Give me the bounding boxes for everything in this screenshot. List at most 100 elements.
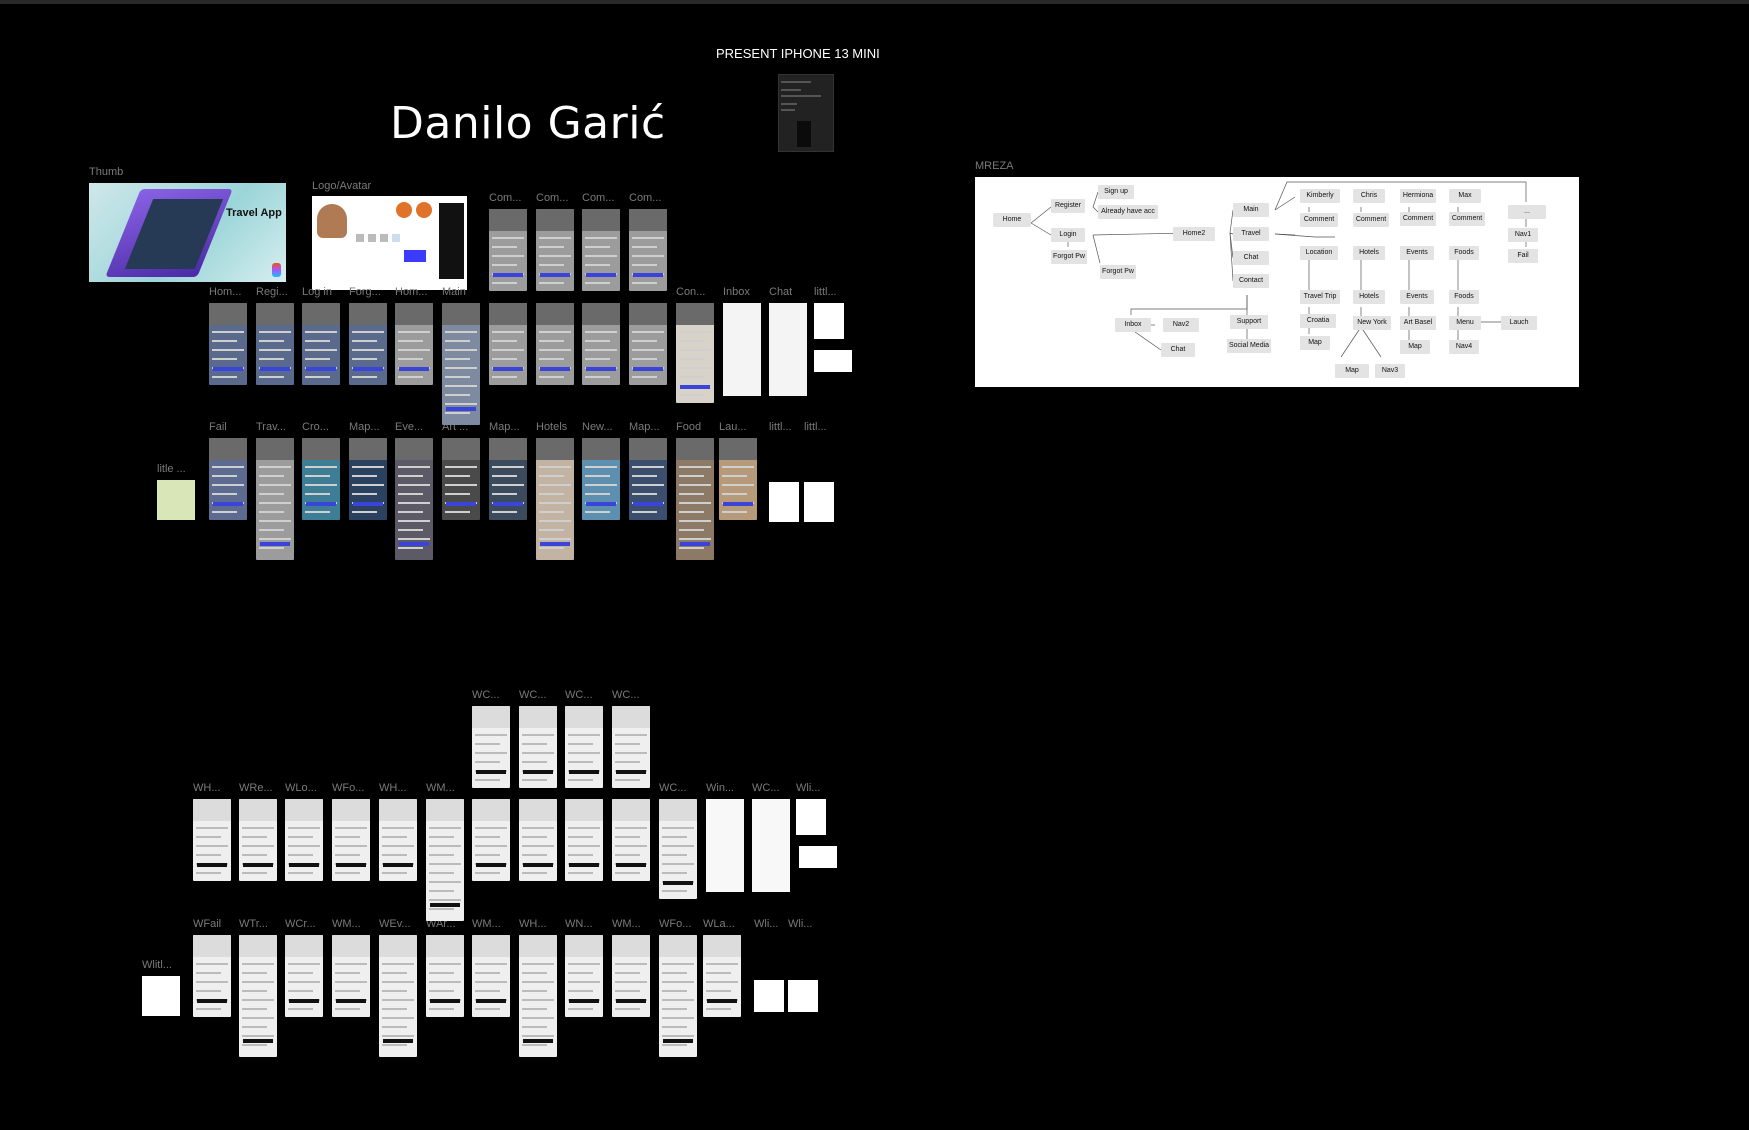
frame-label[interactable]: WFo... xyxy=(659,918,691,930)
little-wireframe[interactable] xyxy=(796,799,826,835)
chat-screen[interactable] xyxy=(769,303,807,396)
thumb-frame[interactable]: Travel App xyxy=(89,183,286,282)
design-screen[interactable] xyxy=(676,303,714,403)
frame-label[interactable]: WLa... xyxy=(703,918,735,930)
frame-label[interactable]: Win... xyxy=(706,782,734,794)
design-screen[interactable] xyxy=(349,438,387,520)
frame-label[interactable]: WEv... xyxy=(379,918,411,930)
wireframe-screen[interactable] xyxy=(426,935,464,1017)
little-wireframe[interactable] xyxy=(142,976,180,1016)
frame-label[interactable]: Main xyxy=(442,286,466,298)
little-screen[interactable] xyxy=(769,482,799,522)
design-screen[interactable] xyxy=(395,303,433,385)
wireframe-screen[interactable] xyxy=(703,935,741,1017)
wireframe-screen[interactable] xyxy=(612,799,650,881)
frame-label[interactable]: WC... xyxy=(752,782,780,794)
wireframe-screen[interactable] xyxy=(193,935,231,1017)
frame-label[interactable]: Regi... xyxy=(256,286,288,298)
wireframe-screen[interactable] xyxy=(519,706,557,788)
frame-label[interactable]: WM... xyxy=(426,782,455,794)
wireframe-screen[interactable] xyxy=(285,935,323,1017)
frame-label[interactable]: WC... xyxy=(519,689,547,701)
design-screen[interactable] xyxy=(256,303,294,385)
design-screen[interactable] xyxy=(209,438,247,520)
frame-label[interactable]: Map... xyxy=(349,421,380,433)
design-screen[interactable] xyxy=(489,303,527,385)
little-wireframe[interactable] xyxy=(754,980,784,1012)
frame-label[interactable]: WFail xyxy=(193,918,221,930)
frame-label[interactable]: Trav... xyxy=(256,421,286,433)
little-screen[interactable] xyxy=(814,350,852,372)
wireframe-screen[interactable] xyxy=(332,799,370,881)
wireframe-screen[interactable] xyxy=(239,935,277,1057)
frame-label[interactable]: Fail xyxy=(209,421,227,433)
wireframe-screen[interactable] xyxy=(285,799,323,881)
little-wireframe[interactable] xyxy=(799,846,837,868)
design-screen[interactable] xyxy=(536,303,574,385)
design-screen[interactable] xyxy=(256,438,294,560)
wireframe-screen[interactable] xyxy=(472,935,510,1017)
design-screen[interactable] xyxy=(536,438,574,560)
wireframe-screen[interactable] xyxy=(239,799,277,881)
frame-label[interactable]: littl... xyxy=(804,421,827,433)
frame-label-thumb[interactable]: Thumb xyxy=(89,166,123,178)
inbox-screen[interactable] xyxy=(723,303,761,396)
frame-label[interactable]: WFo... xyxy=(332,782,364,794)
inbox-wireframe[interactable] xyxy=(706,799,744,892)
frame-label[interactable]: WTr... xyxy=(239,918,268,930)
frame-label[interactable]: WN... xyxy=(565,918,593,930)
little-screen[interactable] xyxy=(157,480,195,520)
design-screen[interactable] xyxy=(209,303,247,385)
wireframe-screen[interactable] xyxy=(519,799,557,881)
wireframe-screen[interactable] xyxy=(332,935,370,1017)
design-screen[interactable] xyxy=(302,438,340,520)
frame-label[interactable]: WC... xyxy=(612,689,640,701)
frame-label[interactable]: WH... xyxy=(379,782,407,794)
wireframe-screen[interactable] xyxy=(193,799,231,881)
frame-label[interactable]: Com... xyxy=(536,192,568,204)
frame-label[interactable]: Inbox xyxy=(723,286,750,298)
frame-label-mreza[interactable]: MREZA xyxy=(975,160,1014,172)
frame-label[interactable]: Hotels xyxy=(536,421,567,433)
design-screen[interactable] xyxy=(582,303,620,385)
frame-label[interactable]: WC... xyxy=(659,782,687,794)
frame-label[interactable]: Forg... xyxy=(349,286,381,298)
frame-label[interactable]: Wli... xyxy=(788,918,812,930)
wireframe-screen[interactable] xyxy=(612,706,650,788)
design-screen[interactable] xyxy=(582,209,620,291)
frame-label[interactable]: Com... xyxy=(582,192,614,204)
logo-avatar-frame[interactable] xyxy=(312,196,467,290)
wireframe-screen[interactable] xyxy=(565,935,603,1017)
chat-wireframe[interactable] xyxy=(752,799,790,892)
frame-label[interactable]: Chat xyxy=(769,286,792,298)
frame-label[interactable]: Com... xyxy=(629,192,661,204)
wireframe-screen[interactable] xyxy=(472,799,510,881)
design-screen[interactable] xyxy=(629,209,667,291)
frame-label[interactable]: New... xyxy=(582,421,613,433)
design-screen[interactable] xyxy=(536,209,574,291)
frame-label[interactable]: Food xyxy=(676,421,701,433)
frame-label[interactable]: WH... xyxy=(193,782,221,794)
frame-label[interactable]: WH... xyxy=(519,918,547,930)
design-screen[interactable] xyxy=(676,438,714,560)
frame-label[interactable]: WC... xyxy=(472,689,500,701)
design-screen[interactable] xyxy=(582,438,620,520)
wireframe-screen[interactable] xyxy=(565,706,603,788)
wireframe-screen[interactable] xyxy=(472,706,510,788)
frame-label[interactable]: Wlitl... xyxy=(142,959,172,971)
frame-label[interactable]: Log in xyxy=(302,286,332,298)
frame-label[interactable]: WM... xyxy=(332,918,361,930)
design-screen[interactable] xyxy=(719,438,757,520)
wireframe-screen[interactable] xyxy=(519,935,557,1057)
wireframe-screen[interactable] xyxy=(379,799,417,881)
frame-label[interactable]: Map... xyxy=(489,421,520,433)
design-screen[interactable] xyxy=(302,303,340,385)
frame-label[interactable]: WLo... xyxy=(285,782,317,794)
design-screen[interactable] xyxy=(489,209,527,291)
frame-label[interactable]: WM... xyxy=(472,918,501,930)
design-screen[interactable] xyxy=(629,303,667,385)
frame-label[interactable]: Map... xyxy=(629,421,660,433)
wireframe-screen[interactable] xyxy=(659,935,697,1057)
design-screen[interactable] xyxy=(629,438,667,520)
frame-label[interactable]: littl... xyxy=(769,421,792,433)
